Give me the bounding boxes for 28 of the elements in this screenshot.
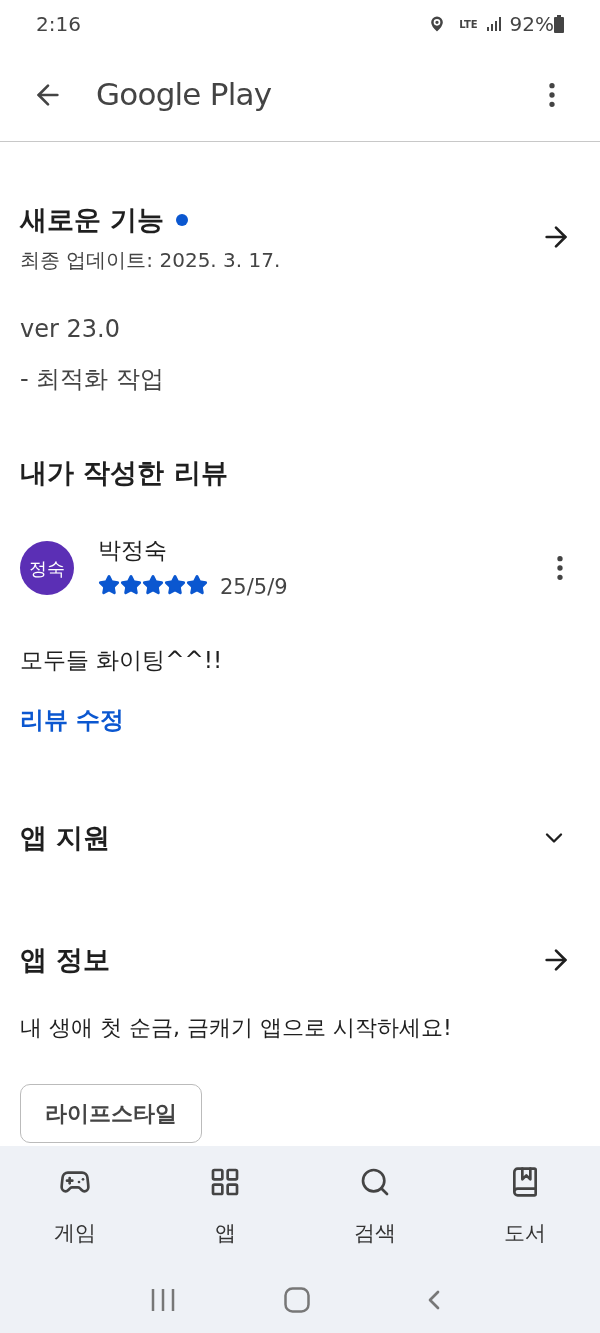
review-date: 25/5/9 [220, 573, 288, 601]
battery-percent: 92% [509, 11, 554, 38]
signal-icon [485, 16, 502, 32]
release-notes: - 최적화 작업 [20, 363, 165, 395]
reviewer-name: 박정숙 [98, 536, 168, 565]
section-title: 앱 지원 [20, 820, 112, 855]
edit-review-link[interactable]: 리뷰 수정 [20, 701, 580, 738]
app-description: 내 생애 첫 순금, 금캐기 앱으로 시작하세요! [20, 1013, 453, 1042]
nav-tab[interactable]: 앱 [150, 1162, 300, 1266]
section-title: 새로운 기능 [20, 203, 165, 237]
review-text: 모두들 화이팅^^!! [20, 646, 224, 675]
version-text: ver 23.0 [20, 313, 121, 345]
section-title: 내가 작성한 리뷰 [20, 455, 229, 490]
update-date: 최종 업데이트: 2025. 3. 17. [20, 246, 282, 274]
grid-icon [209, 1166, 241, 1198]
network-type: LTE [459, 17, 478, 32]
recent-apps-icon[interactable] [150, 1286, 176, 1313]
section-title: 앱 정보 [20, 943, 112, 977]
clock: 2:16 [36, 11, 81, 38]
category-chip[interactable]: 라이프스타일 [20, 1083, 202, 1143]
search-icon [359, 1166, 391, 1198]
nav-tab[interactable]: 검색 [300, 1162, 450, 1266]
battery-icon [554, 15, 564, 33]
app-title: Google Play [96, 75, 272, 115]
nav-tab[interactable]: 게임 [0, 1162, 150, 1266]
home-icon[interactable] [284, 1286, 310, 1313]
avatar: 정숙 [20, 541, 74, 595]
nav-tab[interactable]: 도서 [450, 1162, 600, 1266]
